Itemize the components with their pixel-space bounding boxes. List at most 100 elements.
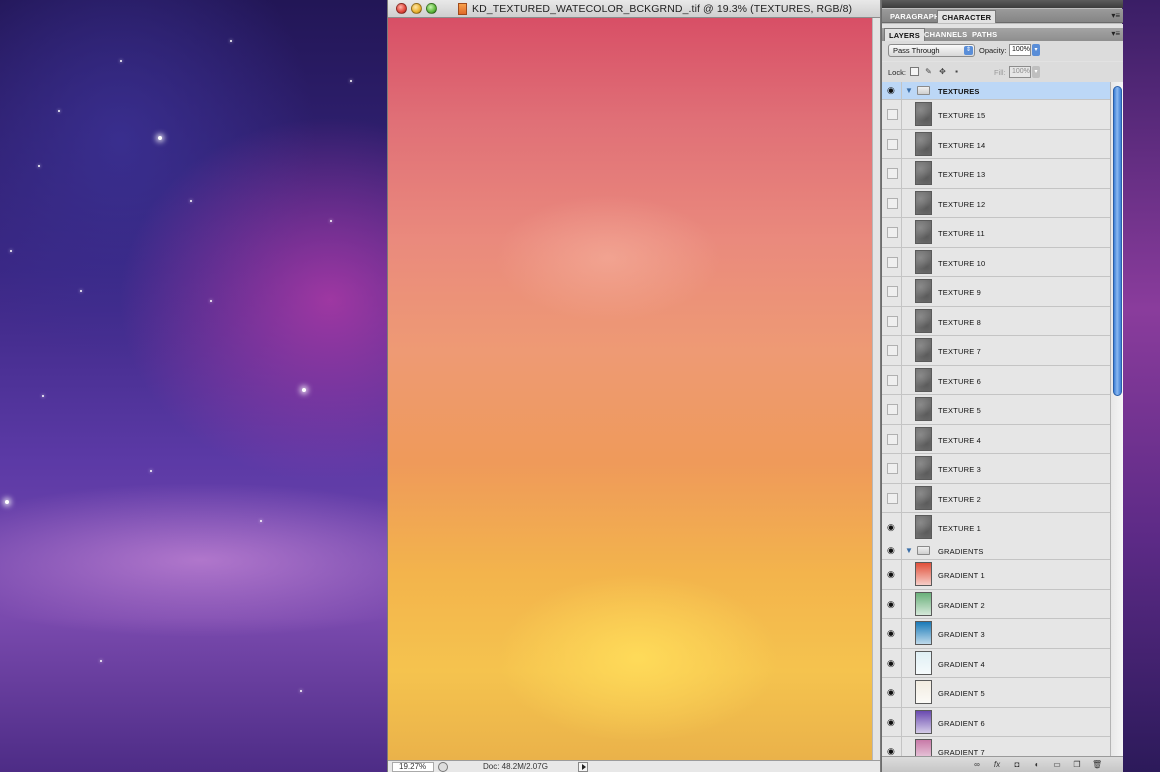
zoom-button[interactable] (426, 3, 437, 14)
layer-row-gradient[interactable]: ◉ GRADIENT 5 (882, 678, 1110, 708)
visibility-cell[interactable]: ◉ (882, 82, 902, 99)
layer-row-texture[interactable]: TEXTURE 7 (882, 336, 1110, 366)
layers-scroll-thumb[interactable] (1113, 86, 1122, 396)
layer-row-texture[interactable]: TEXTURE 2 (882, 483, 1110, 513)
visibility-cell[interactable]: ◉ (882, 589, 902, 618)
opacity-dropdown-icon[interactable]: ▾ (1032, 44, 1040, 56)
visibility-cell[interactable]: ◉ (882, 678, 902, 707)
layer-group-textures[interactable]: ◉ ▼ TEXTURES (882, 82, 1110, 100)
eye-icon[interactable]: ◉ (887, 599, 895, 609)
visibility-toggle[interactable] (887, 168, 898, 179)
visibility-cell[interactable] (882, 483, 902, 512)
visibility-cell[interactable] (882, 424, 902, 453)
visibility-toggle[interactable] (887, 433, 898, 445)
tab-paragraph[interactable]: PARAGRAPH (886, 10, 944, 23)
layer-row-texture[interactable]: TEXTURE 15 (882, 100, 1110, 130)
visibility-cell[interactable]: ◉ (882, 619, 902, 648)
lock-image-pixels-icon[interactable]: ✎ (924, 67, 933, 76)
visibility-toggle[interactable] (887, 109, 898, 120)
document-vertical-scrollbar[interactable] (872, 18, 880, 760)
disclosure-triangle-icon[interactable]: ▼ (905, 87, 913, 95)
fill-field[interactable]: 100% (1009, 66, 1031, 78)
lock-position-icon[interactable]: ✥ (938, 67, 947, 76)
visibility-cell[interactable]: ◉ (882, 513, 902, 542)
visibility-toggle[interactable] (887, 227, 898, 238)
tab-channels[interactable]: CHANNELS (920, 28, 971, 41)
eye-icon[interactable]: ◉ (887, 570, 895, 579)
add-mask-icon[interactable]: ◘ (1012, 760, 1022, 769)
layer-row-texture[interactable]: ◉ TEXTURE 1 (882, 513, 1110, 543)
visibility-cell[interactable] (882, 277, 902, 306)
status-menu-arrow-icon[interactable] (578, 762, 588, 772)
visibility-cell[interactable] (882, 395, 902, 424)
minimize-button[interactable] (411, 3, 422, 14)
visibility-toggle[interactable] (887, 256, 898, 268)
layer-row-gradient[interactable]: ◉ GRADIENT 4 (882, 648, 1110, 678)
delete-layer-icon[interactable]: 🗑 (1092, 760, 1102, 769)
visibility-cell[interactable] (882, 100, 902, 129)
link-layers-icon[interactable]: ∞ (972, 760, 982, 769)
layer-style-icon[interactable]: fx (992, 760, 1002, 769)
opacity-field[interactable]: 100% (1009, 44, 1031, 56)
visibility-cell[interactable] (882, 188, 902, 217)
tab-paths[interactable]: PATHS (968, 28, 1001, 41)
layer-row-texture[interactable]: TEXTURE 8 (882, 306, 1110, 336)
visibility-cell[interactable] (882, 306, 902, 335)
visibility-toggle[interactable] (887, 492, 898, 504)
layer-row-texture[interactable]: TEXTURE 3 (882, 454, 1110, 484)
eye-icon[interactable]: ◉ (887, 688, 895, 697)
visibility-toggle[interactable] (887, 374, 898, 386)
layer-row-gradient[interactable]: ◉ GRADIENT 2 (882, 589, 1110, 619)
visibility-toggle[interactable] (887, 315, 898, 327)
visibility-toggle[interactable] (887, 138, 898, 150)
visibility-toggle[interactable] (887, 197, 898, 209)
layers-panel-menu-icon[interactable]: ▾≡ (1111, 29, 1120, 38)
visibility-cell[interactable]: ◉ (882, 560, 902, 589)
visibility-toggle[interactable] (887, 345, 898, 356)
visibility-cell[interactable] (882, 336, 902, 365)
visibility-cell[interactable]: ◉ (882, 737, 902, 756)
visibility-toggle[interactable] (887, 286, 898, 297)
layer-row-texture[interactable]: TEXTURE 9 (882, 277, 1110, 307)
layer-row-gradient[interactable]: ◉ GRADIENT 1 (882, 560, 1110, 590)
new-group-icon[interactable]: ▭ (1052, 760, 1062, 769)
eye-icon[interactable]: ◉ (887, 747, 895, 756)
layer-row-gradient[interactable]: ◉ GRADIENT 7 (882, 737, 1110, 756)
blend-mode-select[interactable]: Pass Through ⇕ (888, 44, 975, 57)
zoom-level-field[interactable]: 19.27% (392, 762, 434, 772)
layer-row-texture[interactable]: TEXTURE 11 (882, 218, 1110, 248)
tab-character[interactable]: CHARACTER (937, 10, 997, 23)
visibility-cell[interactable]: ◉ (882, 707, 902, 736)
visibility-cell[interactable] (882, 247, 902, 276)
image-canvas[interactable] (388, 18, 872, 760)
status-info-icon[interactable] (438, 762, 448, 772)
fill-dropdown-icon[interactable]: ▾ (1032, 66, 1040, 78)
visibility-cell[interactable] (882, 454, 902, 483)
eye-icon[interactable]: ◉ (887, 523, 895, 532)
tab-layers[interactable]: LAYERS (884, 28, 925, 41)
disclosure-triangle-icon[interactable]: ▼ (905, 547, 913, 555)
layer-row-texture[interactable]: TEXTURE 14 (882, 129, 1110, 159)
visibility-toggle[interactable] (887, 404, 898, 415)
visibility-cell[interactable] (882, 159, 902, 188)
visibility-cell[interactable] (882, 129, 902, 158)
layers-scrollbar[interactable] (1110, 82, 1123, 756)
eye-icon[interactable]: ◉ (887, 658, 895, 668)
dock-header[interactable] (882, 0, 1123, 8)
layer-row-texture[interactable]: TEXTURE 12 (882, 188, 1110, 218)
visibility-cell[interactable] (882, 218, 902, 247)
document-titlebar[interactable]: KD_TEXTURED_WATECOLOR_BCKGRND_.tif @ 19.… (388, 0, 880, 18)
new-layer-icon[interactable]: ❐ (1072, 760, 1082, 769)
layer-row-gradient[interactable]: ◉ GRADIENT 3 (882, 619, 1110, 649)
eye-icon[interactable]: ◉ (887, 546, 895, 555)
eye-icon[interactable]: ◉ (887, 86, 895, 95)
visibility-toggle[interactable] (887, 463, 898, 474)
lock-transparent-pixels-icon[interactable] (910, 67, 919, 76)
visibility-cell[interactable]: ◉ (882, 542, 902, 559)
eye-icon[interactable]: ◉ (887, 629, 895, 638)
visibility-cell[interactable]: ◉ (882, 648, 902, 677)
lock-all-icon[interactable]: ▪ (952, 67, 961, 76)
layer-row-gradient[interactable]: ◉ GRADIENT 6 (882, 707, 1110, 737)
layer-row-texture[interactable]: TEXTURE 13 (882, 159, 1110, 189)
close-button[interactable] (396, 3, 407, 14)
